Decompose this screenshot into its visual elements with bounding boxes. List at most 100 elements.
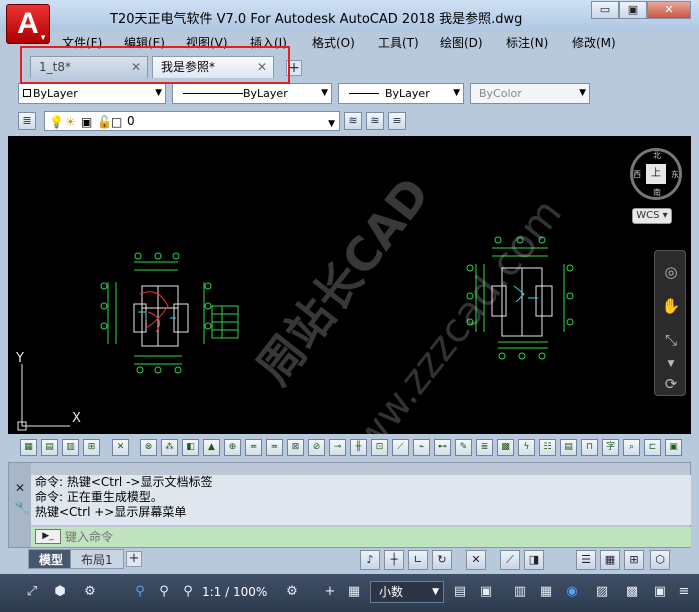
isolate-icon[interactable]: ▦ <box>600 550 620 570</box>
lock-ui-icon[interactable]: ▥ <box>508 580 532 604</box>
tool-wire-icon[interactable]: ⊸ <box>329 439 346 456</box>
tool-break-icon[interactable]: ⌁ <box>413 439 430 456</box>
tool-schedule-icon[interactable]: ▤ <box>560 439 577 456</box>
3d-object-icon[interactable]: ⬡ <box>650 550 670 570</box>
tool-switch-icon[interactable]: ⁂ <box>161 439 178 456</box>
tool-lightning-icon[interactable]: ϟ <box>518 439 535 456</box>
tool-lamp-icon[interactable]: ⊗ <box>140 439 157 456</box>
tool-box-icon[interactable]: ▲ <box>203 439 220 456</box>
tool-panel-icon[interactable]: ≖ <box>266 439 283 456</box>
steering-wheel-icon[interactable]: ◎ <box>661 263 681 283</box>
tool-pipe-icon[interactable]: ⊘ <box>308 439 325 456</box>
add-plus-icon[interactable]: + <box>318 580 342 604</box>
tool-table-icon[interactable]: ☷ <box>539 439 556 456</box>
minimize-button[interactable]: ▭ <box>591 1 619 19</box>
tool-sensor-icon[interactable]: ≖ <box>245 439 262 456</box>
tool-socket-icon[interactable]: ◧ <box>182 439 199 456</box>
viewcube-east[interactable]: 东 <box>671 169 679 180</box>
drawing-canvas[interactable]: Y X 周站长CAD www.zzzcad.com 北 南 西 东 上 WCS … <box>8 136 691 434</box>
snap-icon[interactable]: ∟ <box>408 550 428 570</box>
tool-network-icon[interactable]: ⊞ <box>83 439 100 456</box>
application-menu-button[interactable]: A ▼ <box>6 4 50 44</box>
workspace-gear-icon[interactable]: ⚙ <box>280 580 304 604</box>
tool-ground-icon[interactable]: ⊡ <box>371 439 388 456</box>
tool-component-icon[interactable]: ⊓ <box>581 439 598 456</box>
polar-icon[interactable]: ↻ <box>432 550 452 570</box>
tab-layout1[interactable]: 布局1 <box>70 549 124 569</box>
tool-more-icon[interactable]: ▣ <box>665 439 682 456</box>
annotation-scale-icon[interactable]: ⚲ <box>176 580 200 604</box>
viewcube-north[interactable]: 北 <box>653 150 661 161</box>
layer-properties-icon[interactable]: ≣ <box>18 112 36 130</box>
viewcube-top-face[interactable]: 上 <box>646 164 666 184</box>
tool-plug-icon[interactable]: ⊏ <box>644 439 661 456</box>
3d-box-icon[interactable]: ⬢ <box>48 580 72 604</box>
tool-print-icon[interactable]: ▥ <box>62 439 79 456</box>
command-input[interactable] <box>65 527 665 547</box>
command-prompt-icon[interactable]: ▶_ <box>35 529 61 544</box>
tool-pen-icon[interactable]: ✎ <box>455 439 472 456</box>
menu-format[interactable]: 格式(O) <box>312 34 355 51</box>
tool-device-icon[interactable]: ✕ <box>112 439 129 456</box>
layer-dropdown[interactable]: 💡 ☀ ▣ 🔓 □ 0 ▼ <box>44 111 340 131</box>
plotstyle-dropdown[interactable]: ByColor ▼ <box>470 83 590 104</box>
viewcube-west[interactable]: 西 <box>633 169 641 180</box>
viewcube[interactable]: 北 南 西 东 上 <box>630 148 682 200</box>
layer-previous-icon[interactable]: ≊ <box>366 112 384 130</box>
tool-connect-icon[interactable]: ⟋ <box>392 439 409 456</box>
orbit-icon[interactable]: ⟳ <box>661 375 681 395</box>
tool-search-icon[interactable]: ⌕ <box>623 439 640 456</box>
grid-display-icon[interactable]: ▦ <box>342 580 366 604</box>
units-dropdown[interactable]: 小数 ▼ <box>370 581 444 603</box>
customize-menu-icon[interactable]: ≡ <box>672 580 696 604</box>
tool-dimension-icon[interactable]: ╫ <box>350 439 367 456</box>
graphics-perf-icon[interactable]: ◉ <box>560 580 584 604</box>
quick-properties-icon[interactable]: ▣ <box>474 580 498 604</box>
tool-text-icon[interactable]: 字 <box>602 439 619 456</box>
tool-layer-icon[interactable]: ≣ <box>476 439 493 456</box>
lineweight-display-icon[interactable]: ⟋ <box>500 550 520 570</box>
tool-route-icon[interactable]: ⊷ <box>434 439 451 456</box>
linetype-dropdown[interactable]: ByLayer ▼ <box>172 83 332 104</box>
lineweight-dropdown[interactable]: ByLayer ▼ <box>338 83 464 104</box>
pan-hand-icon[interactable]: ✋ <box>661 297 681 317</box>
tool-fan-icon[interactable]: ⊠ <box>287 439 304 456</box>
menu-draw[interactable]: 绘图(D) <box>440 34 483 51</box>
fullscreen-icon[interactable]: ▣ <box>648 580 672 604</box>
tab-model[interactable]: 模型 <box>28 549 75 569</box>
layer-state-icon[interactable]: ≡ <box>388 112 406 130</box>
annotation-icon[interactable]: ☰ <box>576 550 596 570</box>
grid-icon[interactable]: ┼ <box>384 550 404 570</box>
restore-button[interactable]: ▣ <box>619 1 647 19</box>
transparency-icon[interactable]: ◨ <box>524 550 544 570</box>
zoom-extents-icon[interactable]: ⤡ <box>661 331 681 351</box>
auto-scale-icon[interactable]: ⚲ <box>152 580 176 604</box>
tool-select-icon[interactable]: ▦ <box>20 439 37 456</box>
calculator-icon[interactable]: ▤ <box>448 580 472 604</box>
model-space-icon[interactable]: ♪ <box>360 550 380 570</box>
isolate-objects-icon[interactable]: ▦ <box>534 580 558 604</box>
color-dropdown[interactable]: ByLayer ▼ <box>18 83 166 104</box>
close-button[interactable]: ✕ <box>647 1 691 19</box>
infer-icon[interactable]: ⚙ <box>78 580 102 604</box>
tool-grid-icon[interactable]: ▩ <box>497 439 514 456</box>
hardware-accel-icon[interactable]: ⊞ <box>624 550 644 570</box>
command-history-line: 热键<Ctrl +>显示屏幕菜单 <box>35 505 187 519</box>
wcs-menu-button[interactable]: WCS ▾ <box>632 208 672 224</box>
image-icon[interactable]: ▩ <box>620 580 644 604</box>
dynamic-ucs-icon[interactable]: ⤢ <box>20 580 44 604</box>
tool-save-icon[interactable]: ▤ <box>41 439 58 456</box>
viewcube-south[interactable]: 南 <box>653 187 661 198</box>
tool-junction-icon[interactable]: ⊕ <box>224 439 241 456</box>
clean-screen-icon[interactable]: ▨ <box>590 580 614 604</box>
add-layout-plus-icon[interactable]: + <box>126 551 142 567</box>
menu-dimension[interactable]: 标注(N) <box>506 34 548 51</box>
annotation-visibility-icon[interactable]: ⚲ <box>128 580 152 604</box>
close-command-icon[interactable]: ✕ <box>15 481 25 495</box>
make-current-layer-icon[interactable]: ≋ <box>344 112 362 130</box>
menu-modify[interactable]: 修改(M) <box>572 34 616 51</box>
customize-wrench-icon[interactable]: 🔧 <box>14 501 30 516</box>
annotation-scale-value[interactable]: 1:1 / 100% <box>202 585 267 599</box>
osnap-icon[interactable]: ✕ <box>466 550 486 570</box>
menu-tools[interactable]: 工具(T) <box>378 34 419 51</box>
